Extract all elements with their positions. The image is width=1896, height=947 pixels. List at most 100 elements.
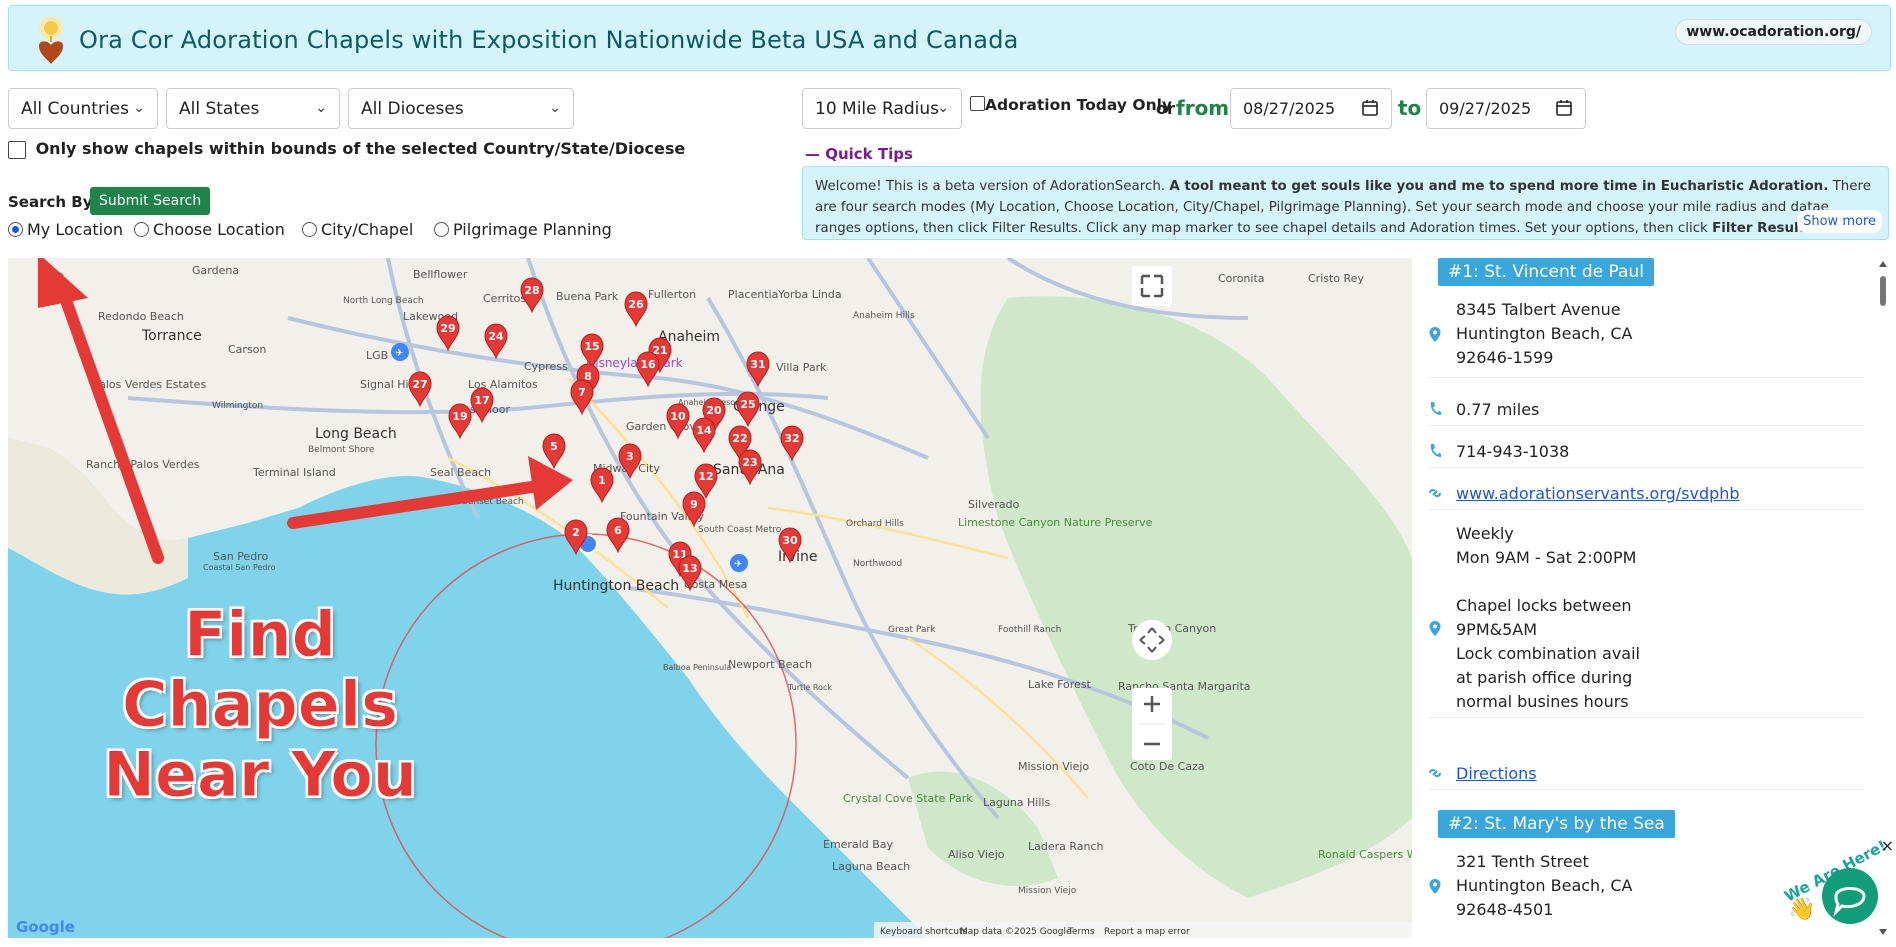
camera-control-button[interactable] xyxy=(1132,620,1172,660)
address-line: Huntington Beach, CA xyxy=(1456,324,1633,343)
chevron-down-icon: ⌄ xyxy=(315,100,327,116)
marker-label: 7 xyxy=(578,386,586,399)
place-label: Cristo Rey xyxy=(1308,272,1364,285)
radio-button[interactable] xyxy=(8,222,23,237)
footer-link: Terms xyxy=(1067,927,1095,937)
directions-link[interactable]: Directions xyxy=(1456,762,1537,786)
chat-widget-graphic[interactable]: We Are Here! 👋 xyxy=(1778,836,1896,943)
marker-label: 20 xyxy=(706,404,722,417)
marker-label: 9 xyxy=(690,498,698,511)
radio-pilgrimage-planning[interactable]: Pilgrimage Planning xyxy=(434,220,612,239)
welcome-intro: Welcome! This is a beta version of Adora… xyxy=(815,179,1166,194)
to-date-value: 09/27/2025 xyxy=(1439,99,1532,118)
address-line: 321 Tenth Street xyxy=(1456,852,1589,871)
radio-my-location[interactable]: My Location xyxy=(8,220,123,239)
radio-city-chapel[interactable]: City/Chapel xyxy=(302,220,413,239)
chat-widget[interactable]: We Are Here! 👋 × xyxy=(1778,836,1896,943)
adoration-today-checkbox[interactable] xyxy=(970,96,985,111)
result-directions: Directions xyxy=(1428,758,1864,790)
sacred-heart-logo-icon xyxy=(39,16,63,64)
map-footer[interactable]: Keyboard shortcuts Map data ©2025 Google… xyxy=(880,927,1190,937)
radio-label: City/Chapel xyxy=(321,220,414,239)
app-title: Ora Cor Adoration Chapels with Expositio… xyxy=(79,26,1019,54)
place-label: Terminal Island xyxy=(252,466,336,479)
radio-label: Pilgrimage Planning xyxy=(453,220,612,239)
radio-button[interactable] xyxy=(134,222,149,237)
diocese-select[interactable]: All Dioceses ⌄ xyxy=(348,88,574,129)
calendar-icon[interactable] xyxy=(1361,99,1379,117)
marker-label: 12 xyxy=(698,470,713,483)
welcome-panel: Welcome! This is a beta version of Adora… xyxy=(802,166,1889,240)
site-url-link[interactable]: www.ocadoration.org/ xyxy=(1675,19,1872,45)
schedule-line: normal busines hours xyxy=(1456,692,1629,711)
schedule-line: Lock combination avail xyxy=(1456,644,1640,663)
place-label: Lake Forest xyxy=(1028,678,1092,691)
country-select-value: All Countries xyxy=(21,99,129,119)
marker-label: 30 xyxy=(782,534,798,547)
radio-choose-location[interactable]: Choose Location xyxy=(134,220,285,239)
place-label: Crystal Cove State Park xyxy=(843,792,973,805)
show-more-button[interactable]: Show more xyxy=(1797,210,1882,233)
state-select-value: All States xyxy=(179,99,260,119)
place-label: Great Park xyxy=(888,625,936,635)
fullscreen-button[interactable] xyxy=(1132,266,1172,306)
calendar-icon[interactable] xyxy=(1555,99,1573,117)
place-label: Balboa Peninsula xyxy=(663,663,731,672)
place-label: Aliso Viejo xyxy=(948,848,1005,861)
result-title[interactable]: #2: St. Mary's by the Sea xyxy=(1438,810,1675,838)
place-label: Wilmington xyxy=(212,401,263,411)
from-date-input[interactable]: 08/27/2025 xyxy=(1230,88,1392,129)
marker-label: 22 xyxy=(732,432,747,445)
state-select[interactable]: All States ⌄ xyxy=(166,88,340,129)
result-address: 8345 Talbert Avenue Huntington Beach, CA… xyxy=(1428,294,1864,378)
app-header: Ora Cor Adoration Chapels with Expositio… xyxy=(8,5,1891,71)
quick-tips-toggle[interactable]: — Quick Tips xyxy=(805,145,913,163)
schedule-line: Mon 9AM - Sat 2:00PM xyxy=(1456,548,1637,567)
radius-select[interactable]: 10 Mile Radius ⌄ xyxy=(802,88,962,129)
country-select[interactable]: All Countries ⌄ xyxy=(8,88,158,129)
submit-search-button[interactable]: Submit Search xyxy=(90,187,211,215)
place-label: Seal Beach xyxy=(430,466,491,479)
place-label: Laguna Beach xyxy=(832,860,910,873)
adoration-today-label: Adoration Today Only xyxy=(985,96,1173,114)
place-label: Mission Viejo xyxy=(1018,760,1089,773)
schedule-line: Weekly xyxy=(1456,524,1514,543)
radio-button[interactable] xyxy=(302,222,317,237)
link-icon xyxy=(1429,768,1441,778)
chat-close-icon[interactable]: × xyxy=(1881,836,1894,855)
place-label: Placentia xyxy=(728,288,778,301)
place-label: Yorba Linda xyxy=(777,288,842,301)
waving-hand-icon: 👋 xyxy=(1788,896,1815,922)
chat-bubble-icon[interactable] xyxy=(1822,868,1878,924)
marker-label: 32 xyxy=(784,432,799,445)
place-label: Long Beach xyxy=(315,426,397,442)
link-icon xyxy=(1429,488,1441,498)
place-label: Rancho Palos Verdes xyxy=(86,458,200,471)
footer-link: Report a map error xyxy=(1104,927,1190,937)
phone-icon xyxy=(1430,444,1441,457)
place-label: Fullerton xyxy=(648,288,696,301)
svg-text:✈: ✈ xyxy=(395,348,403,359)
google-logo: Google xyxy=(16,918,75,936)
place-label: South Coast Metro xyxy=(698,525,782,535)
radius-select-value: 10 Mile Radius xyxy=(815,99,940,119)
radio-button[interactable] xyxy=(434,222,449,237)
place-label: Orchard Hills xyxy=(846,519,904,529)
diocese-select-value: All Dioceses xyxy=(361,99,464,119)
marker-label: 16 xyxy=(640,358,656,371)
place-label: Bellflower xyxy=(413,268,468,281)
marker-label: 13 xyxy=(682,562,697,575)
marker-label: 10 xyxy=(670,410,686,423)
annotation-text: Find Chapels Near You xyxy=(90,599,430,810)
bounds-checkbox[interactable] xyxy=(8,140,26,159)
place-label: Silverado xyxy=(968,498,1020,511)
to-date-input[interactable]: 09/27/2025 xyxy=(1426,88,1586,129)
place-label: Newport Beach xyxy=(728,658,812,671)
schedule-line: Chapel locks between xyxy=(1456,596,1632,615)
result-title[interactable]: #1: St. Vincent de Paul xyxy=(1438,258,1654,286)
place-label: Signal Hill xyxy=(360,378,415,391)
map-pin-icon xyxy=(1429,327,1441,342)
website-link[interactable]: www.adorationservants.org/svdphb xyxy=(1456,482,1740,506)
or-label: or xyxy=(1156,99,1175,118)
phone-value[interactable]: 714-943-1038 xyxy=(1456,440,1569,464)
